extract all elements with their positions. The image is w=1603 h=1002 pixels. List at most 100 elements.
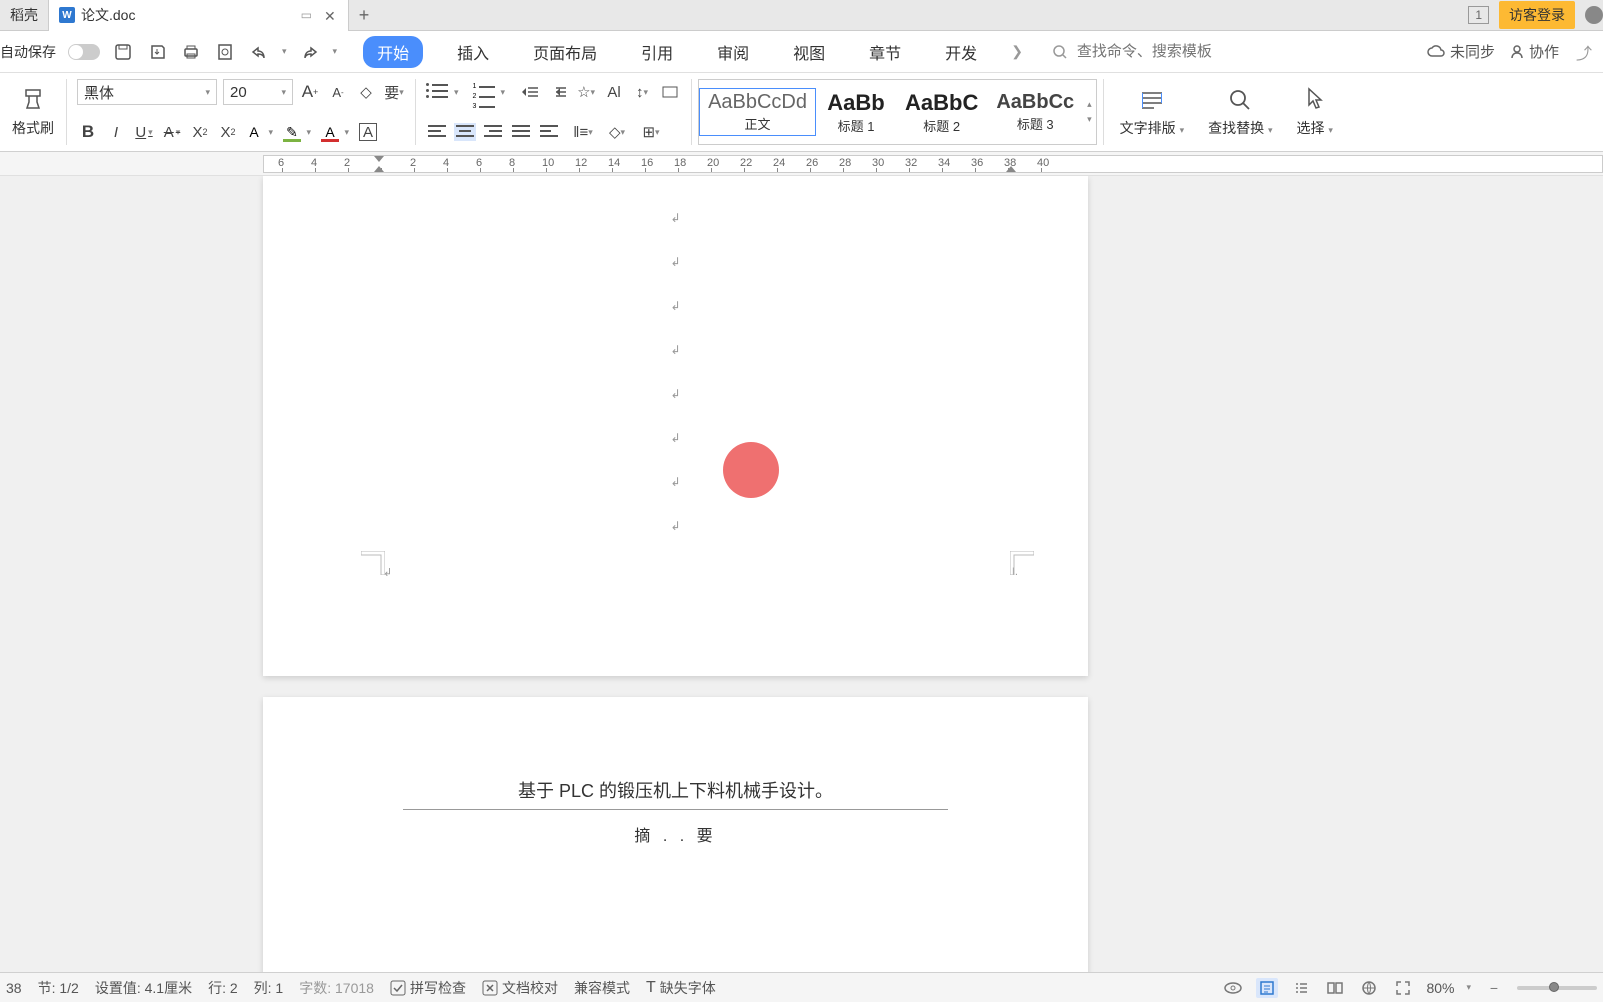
bold-icon[interactable]: B: [77, 121, 99, 143]
menu-reference[interactable]: 引用: [631, 36, 683, 68]
decrease-font-icon[interactable]: A-: [327, 81, 349, 103]
page-2[interactable]: 基于 PLC 的锻压机上下料机械手设计。 摘 . . 要: [263, 697, 1088, 972]
zoom-value[interactable]: 80%: [1426, 980, 1454, 996]
sb-setting[interactable]: 设置值: 4.1厘米: [95, 978, 192, 998]
italic-icon[interactable]: I: [105, 121, 127, 143]
sb-spellcheck[interactable]: 拼写检查: [390, 978, 466, 998]
text-layout-group[interactable]: 文字排版 ▾: [1108, 73, 1196, 151]
menu-chapter[interactable]: 章节: [859, 36, 911, 68]
text-direction-icon[interactable]: ☆▾: [575, 81, 597, 103]
font-color-icon[interactable]: A▾: [321, 123, 339, 141]
save-as-icon[interactable]: [146, 41, 168, 63]
close-icon[interactable]: ✕: [324, 8, 338, 22]
align-justify-icon[interactable]: [510, 123, 532, 141]
clear-format-icon[interactable]: ◇: [355, 81, 377, 103]
page-1[interactable]: ↲ ↲ ↲ ↲ ↲ ↲ ↲ ↲ ↲ I.: [263, 176, 1088, 676]
decrease-indent-icon[interactable]: [519, 81, 541, 103]
page-view-icon[interactable]: [1256, 978, 1278, 998]
font-size-select[interactable]: 20 ▾: [223, 79, 293, 105]
bullets-icon[interactable]: [426, 83, 448, 101]
styles-expand[interactable]: ▾: [1087, 114, 1092, 125]
print-icon[interactable]: [180, 41, 202, 63]
select-group[interactable]: 选择 ▾: [1285, 73, 1345, 151]
sb-row[interactable]: 行: 2: [208, 978, 238, 998]
avatar[interactable]: [1585, 6, 1603, 24]
fullscreen-icon[interactable]: [1392, 978, 1414, 998]
superscript-icon[interactable]: X2: [189, 121, 211, 143]
line-spacing-icon[interactable]: ‖≡▾: [572, 121, 594, 143]
align-right-icon[interactable]: [482, 123, 504, 141]
reading-layout-icon[interactable]: ↕▾: [631, 81, 653, 103]
align-center-icon[interactable]: [454, 123, 476, 141]
font-name-select[interactable]: 黑体 ▾: [77, 79, 217, 105]
collab-button[interactable]: 协作: [1509, 41, 1559, 62]
para-mark: ↲: [263, 460, 1088, 504]
subscript-icon[interactable]: X2: [217, 121, 239, 143]
sync-status[interactable]: 未同步: [1426, 41, 1495, 62]
hanging-indent[interactable]: [374, 166, 384, 172]
sb-section[interactable]: 节: 1/2: [38, 978, 79, 998]
zoom-dropdown[interactable]: ▾: [1466, 982, 1471, 993]
menu-start[interactable]: 开始: [363, 36, 423, 68]
login-button[interactable]: 访客登录: [1499, 1, 1575, 29]
show-marks-icon[interactable]: Al: [603, 81, 625, 103]
sb-compat[interactable]: 兼容模式: [574, 978, 630, 998]
reading-view-icon[interactable]: [1324, 978, 1346, 998]
menu-layout[interactable]: 页面布局: [523, 36, 607, 68]
sb-doccheck[interactable]: 文档校对: [482, 978, 558, 998]
tab-document[interactable]: W 论文.doc ▭ ✕: [49, 0, 349, 31]
add-tab-button[interactable]: +: [349, 5, 379, 26]
styles-scroll-up[interactable]: ▴: [1087, 99, 1092, 110]
sb-page[interactable]: 38: [6, 980, 22, 996]
increase-indent-icon[interactable]: [547, 81, 569, 103]
phonetic-icon[interactable]: 要▾: [383, 81, 405, 103]
style-h3[interactable]: AaBbCc 标题 3: [987, 88, 1083, 136]
shading-icon[interactable]: ◇▾: [606, 121, 628, 143]
badge[interactable]: 1: [1468, 6, 1489, 24]
style-h2[interactable]: AaBbC 标题 2: [896, 87, 987, 138]
redo-icon[interactable]: [299, 41, 321, 63]
para-mark-icon[interactable]: [659, 81, 681, 103]
menu-insert[interactable]: 插入: [447, 36, 499, 68]
sb-wordcount[interactable]: 字数: 17018: [299, 978, 374, 998]
menu-review[interactable]: 审阅: [707, 36, 759, 68]
highlight-icon[interactable]: ✎▾: [283, 123, 301, 141]
autosave-toggle[interactable]: [68, 44, 100, 60]
horizontal-ruler[interactable]: 642246810121416182022242628303234363840: [263, 155, 1603, 173]
first-line-indent[interactable]: [374, 156, 384, 162]
search-box[interactable]: [1049, 41, 1257, 63]
align-left-icon[interactable]: [426, 123, 448, 141]
text-effect-icon[interactable]: A▾: [245, 123, 263, 141]
menu-develop[interactable]: 开发: [935, 36, 987, 68]
outline-view-icon[interactable]: [1290, 978, 1312, 998]
zoom-slider[interactable]: [1517, 986, 1597, 990]
strikethrough-icon[interactable]: A▾: [161, 121, 183, 143]
numbering-icon[interactable]: 123: [473, 83, 495, 101]
style-normal[interactable]: AaBbCcDd 正文: [699, 88, 816, 136]
sb-col[interactable]: 列: 1: [254, 978, 284, 998]
align-distribute-icon[interactable]: [538, 123, 560, 141]
menu-view[interactable]: 视图: [783, 36, 835, 68]
border-icon[interactable]: ⊞▾: [640, 121, 662, 143]
tab-daoqiao[interactable]: 稻壳: [0, 0, 49, 31]
char-border-icon[interactable]: A: [359, 123, 377, 141]
right-indent[interactable]: [1006, 166, 1016, 172]
undo-icon[interactable]: [248, 41, 270, 63]
share-icon[interactable]: ⤴: [1573, 41, 1595, 63]
undo-dropdown[interactable]: ▾: [282, 46, 287, 57]
menu-next-arrow[interactable]: ❯: [1011, 43, 1023, 60]
format-brush-group[interactable]: 格式刷: [4, 73, 62, 151]
zoom-out-icon[interactable]: −: [1483, 978, 1505, 998]
print-preview-icon[interactable]: [214, 41, 236, 63]
increase-font-icon[interactable]: A+: [299, 81, 321, 103]
style-h1[interactable]: AaBb 标题 1: [816, 87, 896, 138]
sb-missing-font[interactable]: T 缺失字体: [646, 978, 716, 998]
display-icon[interactable]: ▭: [301, 8, 312, 22]
find-replace-group[interactable]: 查找替换 ▾: [1196, 73, 1284, 151]
underline-icon[interactable]: U▾: [133, 121, 155, 143]
eye-icon[interactable]: [1222, 978, 1244, 998]
search-input[interactable]: [1077, 43, 1257, 60]
more-dropdown[interactable]: ▾: [333, 46, 338, 57]
save-icon[interactable]: [112, 41, 134, 63]
web-view-icon[interactable]: [1358, 978, 1380, 998]
